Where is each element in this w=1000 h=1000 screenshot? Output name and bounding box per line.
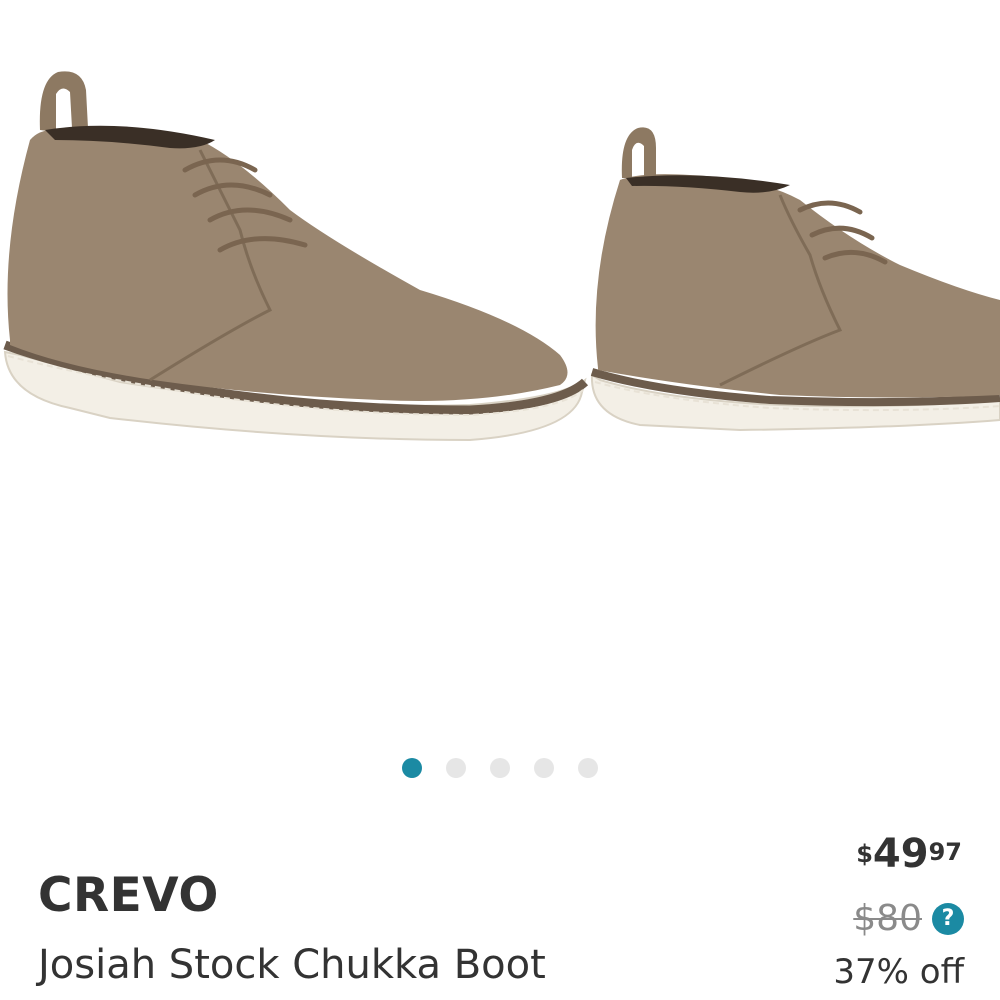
carousel-dot-3[interactable] xyxy=(490,758,510,778)
carousel-pagination xyxy=(0,758,1000,778)
brand-name[interactable]: CREVO xyxy=(38,868,219,923)
original-price-row: $80 ? xyxy=(853,898,964,939)
carousel-dot-5[interactable] xyxy=(578,758,598,778)
carousel-images[interactable] xyxy=(0,0,1000,745)
carousel-dot-1[interactable] xyxy=(402,758,422,778)
sale-price: $ 49 97 xyxy=(856,834,962,874)
price-dollars: 49 xyxy=(872,831,929,877)
carousel-dot-4[interactable] xyxy=(534,758,554,778)
product-page: CREVO Josiah Stock Chukka Boot $ 49 97 $… xyxy=(0,0,1000,1000)
discount-label: 37% off xyxy=(833,952,964,992)
price-help-icon[interactable]: ? xyxy=(932,902,964,935)
currency-symbol: $ xyxy=(856,840,873,868)
boot-image-2[interactable] xyxy=(590,127,1000,432)
carousel-dot-2[interactable] xyxy=(446,758,466,778)
product-title: Josiah Stock Chukka Boot xyxy=(38,942,546,988)
boot-image-1[interactable] xyxy=(3,71,589,442)
original-price: $80 xyxy=(853,898,922,939)
product-image-carousel[interactable] xyxy=(0,0,1000,745)
price-cents: 97 xyxy=(928,838,962,866)
